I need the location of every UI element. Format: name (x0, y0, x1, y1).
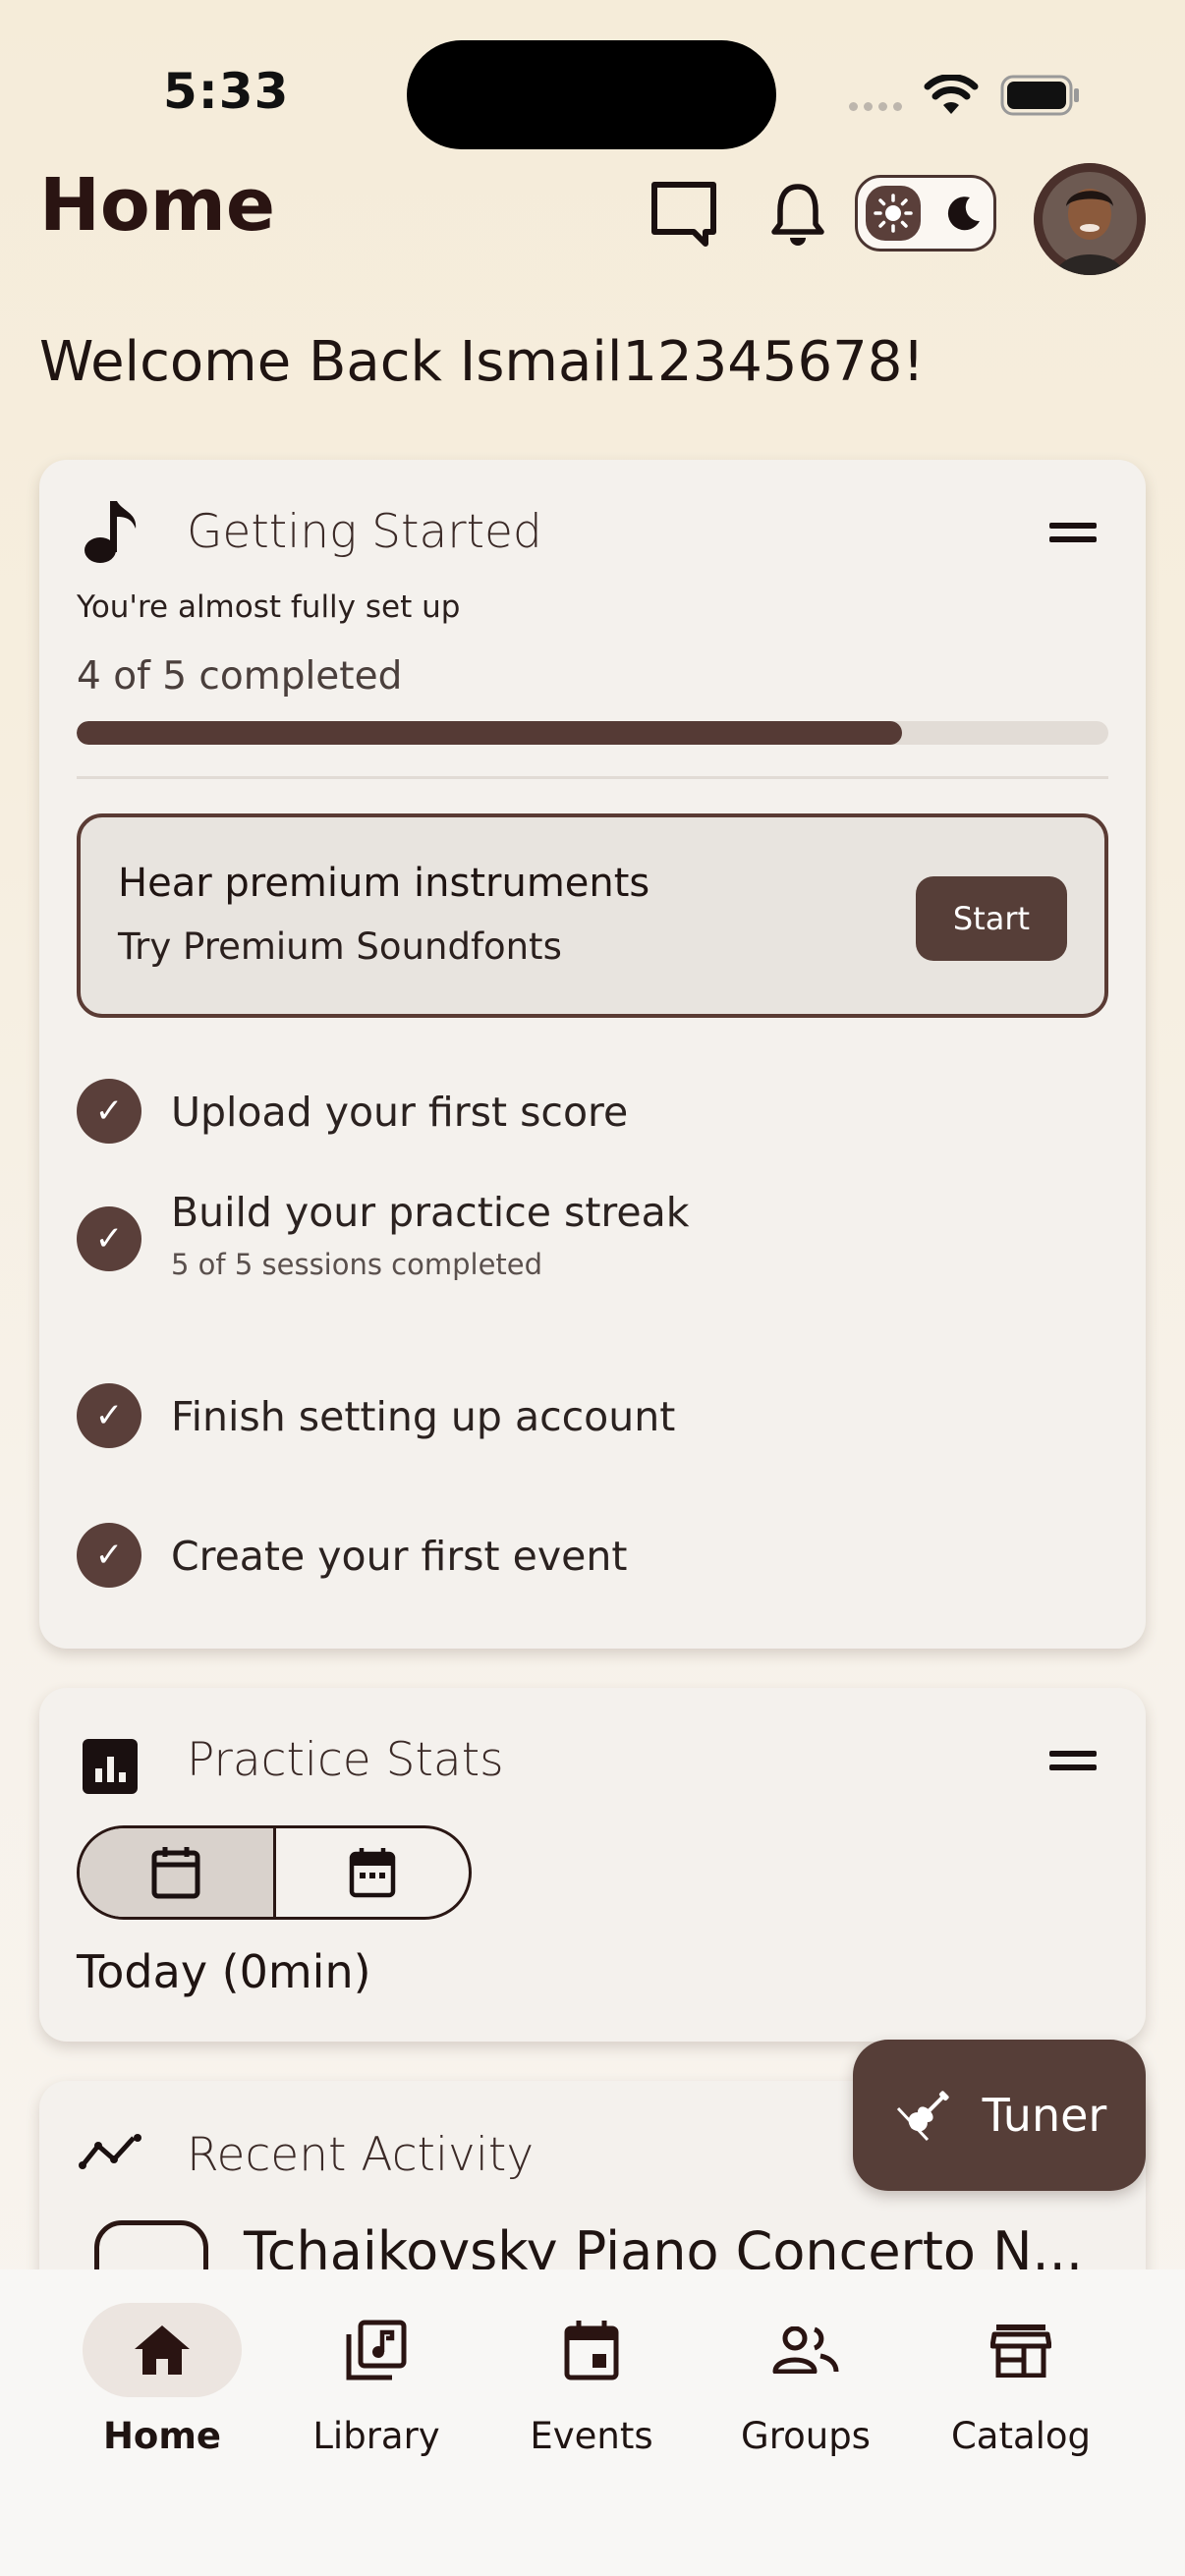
nav-library[interactable]: Library (268, 2303, 484, 2457)
calendar-week-icon (349, 1848, 395, 1898)
premium-promo-card[interactable]: Hear premium instruments Try Premium Sou… (77, 813, 1108, 1018)
week-view-button[interactable] (272, 1828, 470, 1917)
music-note-icon (85, 501, 137, 563)
task-label: Upload your first score (171, 1089, 629, 1136)
practice-stats-title: Practice Stats (187, 1733, 504, 1787)
check-icon: ✓ (77, 1079, 141, 1144)
cellular-signal-icon (849, 102, 902, 111)
bell-icon[interactable] (770, 181, 825, 248)
library-icon (346, 2320, 407, 2380)
tuner-label: Tuner (982, 2089, 1107, 2142)
progress-text: 4 of 5 completed (77, 654, 403, 699)
drag-handle-icon[interactable] (1049, 523, 1097, 542)
nav-label: Library (312, 2415, 440, 2457)
battery-icon (1000, 75, 1079, 116)
promo-subtitle: Try Premium Soundfonts (118, 925, 562, 968)
calendar-icon (151, 1847, 200, 1899)
promo-title: Hear premium instruments (118, 861, 650, 906)
status-time: 5:33 (163, 63, 290, 120)
chat-icon[interactable] (650, 181, 717, 248)
wifi-icon (924, 75, 979, 114)
home-icon (135, 2325, 190, 2375)
start-button[interactable]: Start (916, 876, 1067, 961)
getting-started-card: Getting Started You're almost fully set … (39, 460, 1146, 1649)
moon-icon[interactable] (936, 186, 991, 241)
nav-label: Catalog (950, 2415, 1092, 2457)
recent-activity-title: Recent Activity (187, 2128, 535, 2182)
practice-stats-card: Practice Stats Today (0min) (39, 1688, 1146, 2042)
store-icon (990, 2324, 1051, 2378)
nav-groups[interactable]: Groups (698, 2303, 914, 2457)
trending-icon (79, 2134, 141, 2169)
groups-icon (772, 2326, 839, 2374)
status-bar: 5:33 (0, 0, 1185, 149)
nav-label: Events (530, 2415, 653, 2457)
page-title: Home (39, 163, 276, 248)
period-segmented-control (77, 1825, 472, 1920)
getting-started-title: Getting Started (187, 505, 542, 559)
bottom-navigation: Home Library Events Groups Catalog (0, 2269, 1185, 2576)
violin-icon (896, 2091, 949, 2142)
check-icon: ✓ (77, 1383, 141, 1448)
nav-events[interactable]: Events (483, 2303, 700, 2457)
check-icon: ✓ (77, 1206, 141, 1271)
nav-catalog[interactable]: Catalog (913, 2303, 1129, 2457)
divider (77, 776, 1108, 779)
task-detail: 5 of 5 sessions completed (171, 1248, 543, 1281)
avatar[interactable] (1034, 163, 1146, 275)
nav-label: Groups (741, 2415, 871, 2457)
theme-toggle[interactable] (855, 175, 996, 252)
calendar-icon (564, 2321, 619, 2380)
nav-home[interactable]: Home (54, 2303, 270, 2457)
progress-bar-fill (77, 721, 902, 745)
tuner-button[interactable]: Tuner (853, 2040, 1146, 2191)
bar-chart-icon (83, 1739, 138, 1794)
nav-label: Home (102, 2415, 222, 2457)
progress-bar (77, 721, 1108, 745)
today-total: Today (0min) (77, 1945, 371, 1998)
sun-icon[interactable] (866, 186, 921, 241)
welcome-message: Welcome Back Ismail12345678! (39, 330, 925, 394)
task-label: Finish setting up account (171, 1393, 676, 1440)
day-view-button[interactable] (80, 1828, 273, 1917)
drag-handle-icon[interactable] (1049, 1751, 1097, 1770)
check-icon: ✓ (77, 1523, 141, 1588)
task-label: Build your practice streak (171, 1189, 690, 1236)
dynamic-island (407, 40, 776, 149)
getting-started-subtitle: You're almost fully set up (77, 589, 461, 625)
task-label: Create your first event (171, 1533, 628, 1580)
